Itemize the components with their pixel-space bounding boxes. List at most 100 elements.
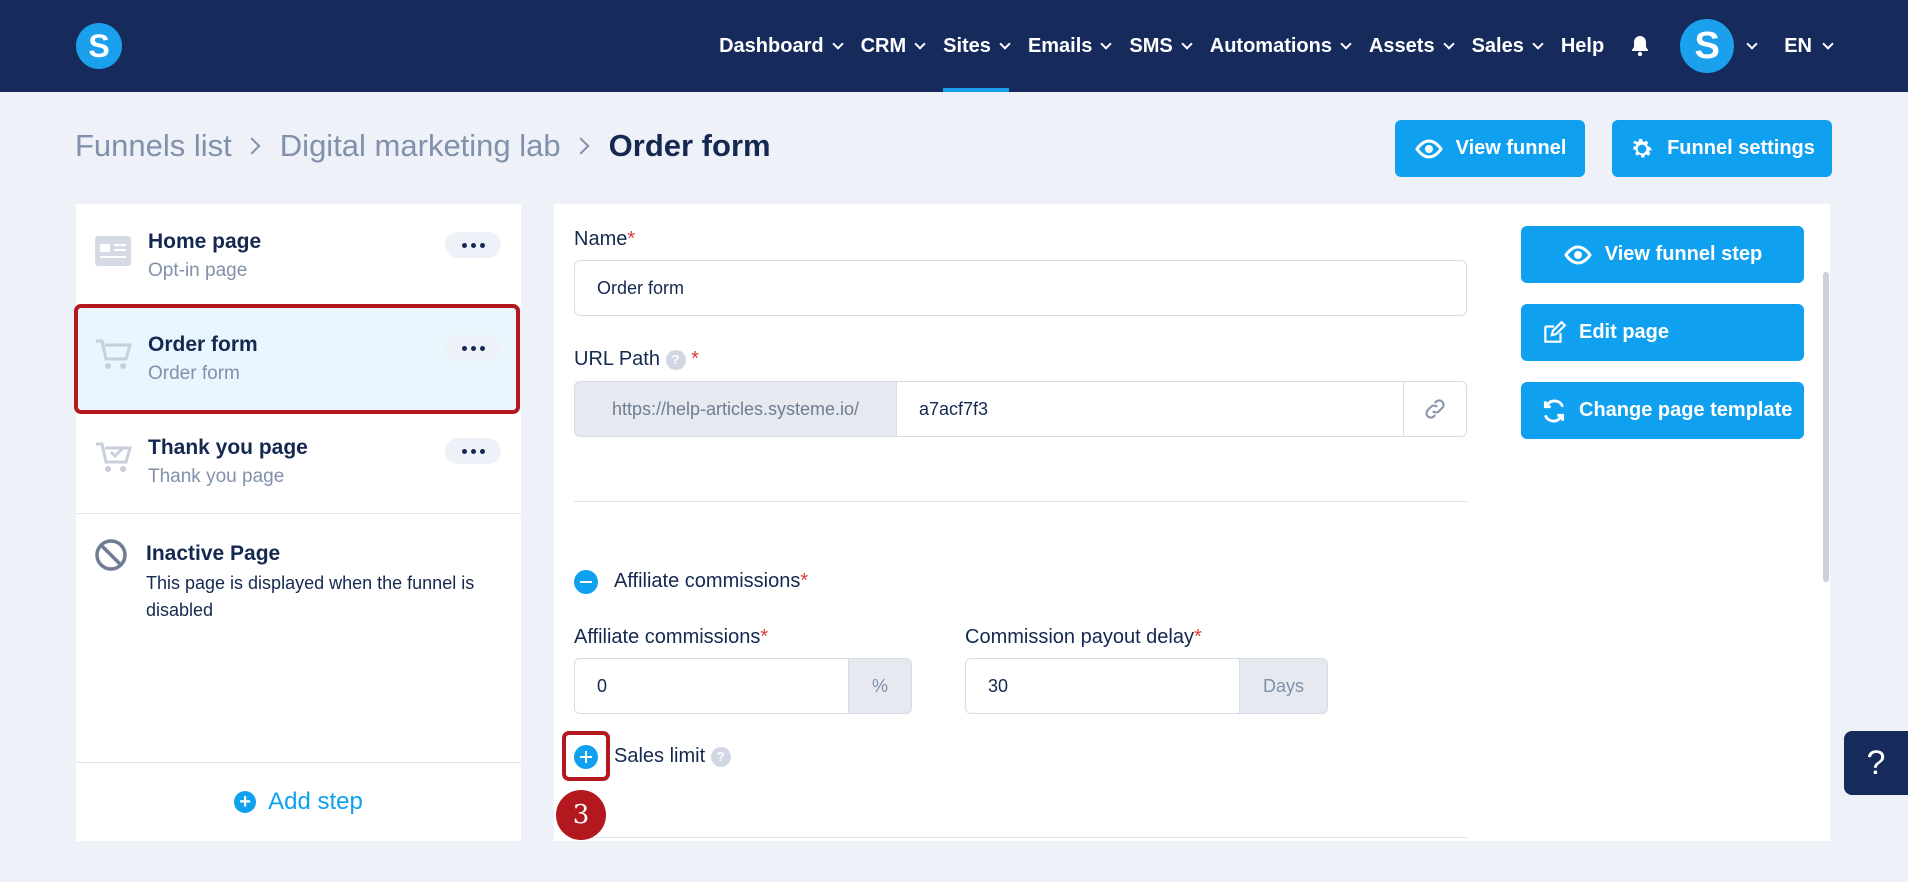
- page-layout-icon: [95, 236, 131, 266]
- step-item-thank-you-page[interactable]: Thank you page Thank you page: [76, 410, 521, 513]
- nav-label: Assets: [1368, 34, 1435, 57]
- nav-item-assets[interactable]: Assets: [1368, 0, 1455, 92]
- nav-item-sms[interactable]: SMS: [1129, 0, 1193, 92]
- help-button[interactable]: ?: [1844, 731, 1908, 795]
- view-funnel-step-label: View funnel step: [1604, 243, 1763, 265]
- required-mark: *: [800, 570, 809, 592]
- nav-item-sales[interactable]: Sales: [1471, 0, 1544, 92]
- change-page-template-label: Change page template: [1579, 399, 1793, 421]
- scrollbar[interactable]: [1823, 272, 1829, 582]
- eye-icon: [1563, 244, 1592, 265]
- funnel-settings-label: Funnel settings: [1667, 137, 1815, 159]
- edit-icon: [1544, 320, 1567, 343]
- url-prefix: https://help-articles.systeme.io/: [574, 381, 897, 437]
- edit-page-button[interactable]: Edit page: [1521, 304, 1804, 361]
- help-icon[interactable]: ?: [665, 349, 686, 370]
- affiliate-commissions-input[interactable]: 0: [574, 658, 849, 714]
- percent-addon: %: [848, 658, 912, 714]
- step-settings-panel: Name* Order form URL Path ? * https://he…: [554, 204, 1830, 841]
- step-subtitle: Opt-in page: [148, 260, 248, 281]
- nav-label: Help: [1560, 34, 1605, 57]
- divider: [76, 513, 521, 514]
- view-funnel-button[interactable]: View funnel: [1395, 120, 1585, 177]
- sales-limit-text: Sales limit: [614, 745, 706, 767]
- nav-item-sites[interactable]: Sites: [943, 0, 1011, 92]
- copy-link-button[interactable]: [1403, 381, 1467, 437]
- name-value: Order form: [597, 277, 685, 298]
- affiliate-commissions-value: 0: [597, 675, 608, 696]
- step-item-home-page[interactable]: Home page Opt-in page: [76, 204, 521, 307]
- bell-icon[interactable]: [1628, 34, 1652, 58]
- payout-delay-input[interactable]: 30: [965, 658, 1240, 714]
- nav-label: Emails: [1027, 34, 1093, 57]
- change-page-template-button[interactable]: Change page template: [1521, 382, 1804, 439]
- step-menu-button[interactable]: [445, 438, 501, 464]
- sales-limit-label: Sales limit ?: [614, 745, 731, 768]
- nav-item-dashboard[interactable]: Dashboard: [719, 0, 844, 92]
- chevron-down-icon: [1340, 37, 1352, 50]
- chevron-down-icon: [1181, 37, 1193, 50]
- link-icon: [1425, 399, 1445, 419]
- name-input[interactable]: Order form: [574, 260, 1467, 316]
- chevron-down-icon: [1822, 37, 1834, 50]
- inactive-page-title: Inactive Page: [146, 542, 281, 565]
- selected-step-highlight: [74, 304, 520, 414]
- help-icon[interactable]: ?: [710, 746, 731, 767]
- nav-label: Dashboard: [719, 34, 824, 57]
- disabled-icon: [95, 539, 127, 571]
- funnel-settings-button[interactable]: Funnel settings: [1612, 120, 1832, 177]
- chevron-down-icon: [999, 37, 1011, 50]
- days-unit: Days: [1262, 675, 1304, 696]
- logo[interactable]: S: [76, 23, 122, 69]
- affiliate-section-text: Affiliate commissions: [614, 570, 801, 592]
- url-prefix-text: https://help-articles.systeme.io/: [611, 398, 860, 419]
- url-path-label: URL Path ? *: [574, 348, 699, 371]
- avatar[interactable]: S: [1680, 19, 1735, 73]
- step-title: Thank you page: [148, 436, 308, 459]
- edit-page-label: Edit page: [1579, 321, 1670, 343]
- breadcrumb: Funnels list Digital marketing lab Order…: [75, 128, 771, 164]
- url-path-label-text: URL Path: [574, 348, 660, 370]
- page-title: Order form: [608, 128, 771, 163]
- view-funnel-step-button[interactable]: View funnel step: [1521, 226, 1804, 283]
- nav-item-help[interactable]: Help: [1561, 0, 1604, 92]
- add-step-button[interactable]: + Add step: [76, 762, 521, 841]
- chevron-down-icon: [1442, 37, 1455, 50]
- required-mark: *: [1194, 626, 1202, 648]
- step-menu-button[interactable]: [445, 232, 501, 258]
- nav-item-automations[interactable]: Automations: [1209, 0, 1352, 92]
- collapse-affiliate-icon[interactable]: [574, 570, 598, 594]
- language-selector[interactable]: EN: [1784, 34, 1834, 58]
- days-addon: Days: [1239, 658, 1328, 714]
- required-mark: *: [691, 348, 699, 370]
- required-mark: *: [760, 626, 769, 648]
- chevron-down-icon: [914, 37, 926, 50]
- divider: [574, 501, 1467, 502]
- nav-label: SMS: [1129, 34, 1173, 57]
- gear-icon: [1633, 138, 1653, 157]
- chevron-right-icon: [243, 137, 261, 155]
- nav-label: Automations: [1209, 34, 1332, 57]
- main-nav: Dashboard CRM Sites Emails SMS Automatio…: [700, 0, 1834, 92]
- name-label: Name*: [574, 228, 635, 251]
- cart-check-icon: [96, 442, 132, 472]
- breadcrumb-funnels-list[interactable]: Funnels list: [75, 128, 232, 164]
- breadcrumb-funnel[interactable]: Digital marketing lab: [280, 128, 561, 164]
- affiliate-commissions-text: Affiliate commissions: [574, 626, 761, 648]
- inactive-page-description: This page is displayed when the funnel i…: [146, 573, 475, 620]
- eye-icon: [1414, 138, 1443, 159]
- step-title: Home page: [148, 230, 262, 253]
- funnel-steps-panel: Home page Opt-in page Order form Order f…: [76, 204, 521, 841]
- payout-delay-value: 30: [988, 675, 1009, 696]
- sales-limit-highlight: [562, 731, 610, 781]
- nav-label: Sales: [1471, 34, 1524, 57]
- add-step-label: Add step: [268, 788, 363, 815]
- nav-item-emails[interactable]: Emails: [1027, 0, 1113, 92]
- chevron-right-icon: [572, 137, 590, 155]
- affiliate-section-label: Affiliate commissions*: [614, 570, 808, 593]
- chevron-down-icon: [831, 37, 844, 50]
- nav-item-crm[interactable]: CRM: [861, 0, 926, 92]
- language-label: EN: [1784, 34, 1812, 57]
- chevron-down-icon[interactable]: [1746, 37, 1758, 50]
- url-path-input[interactable]: a7acf7f3: [896, 381, 1404, 437]
